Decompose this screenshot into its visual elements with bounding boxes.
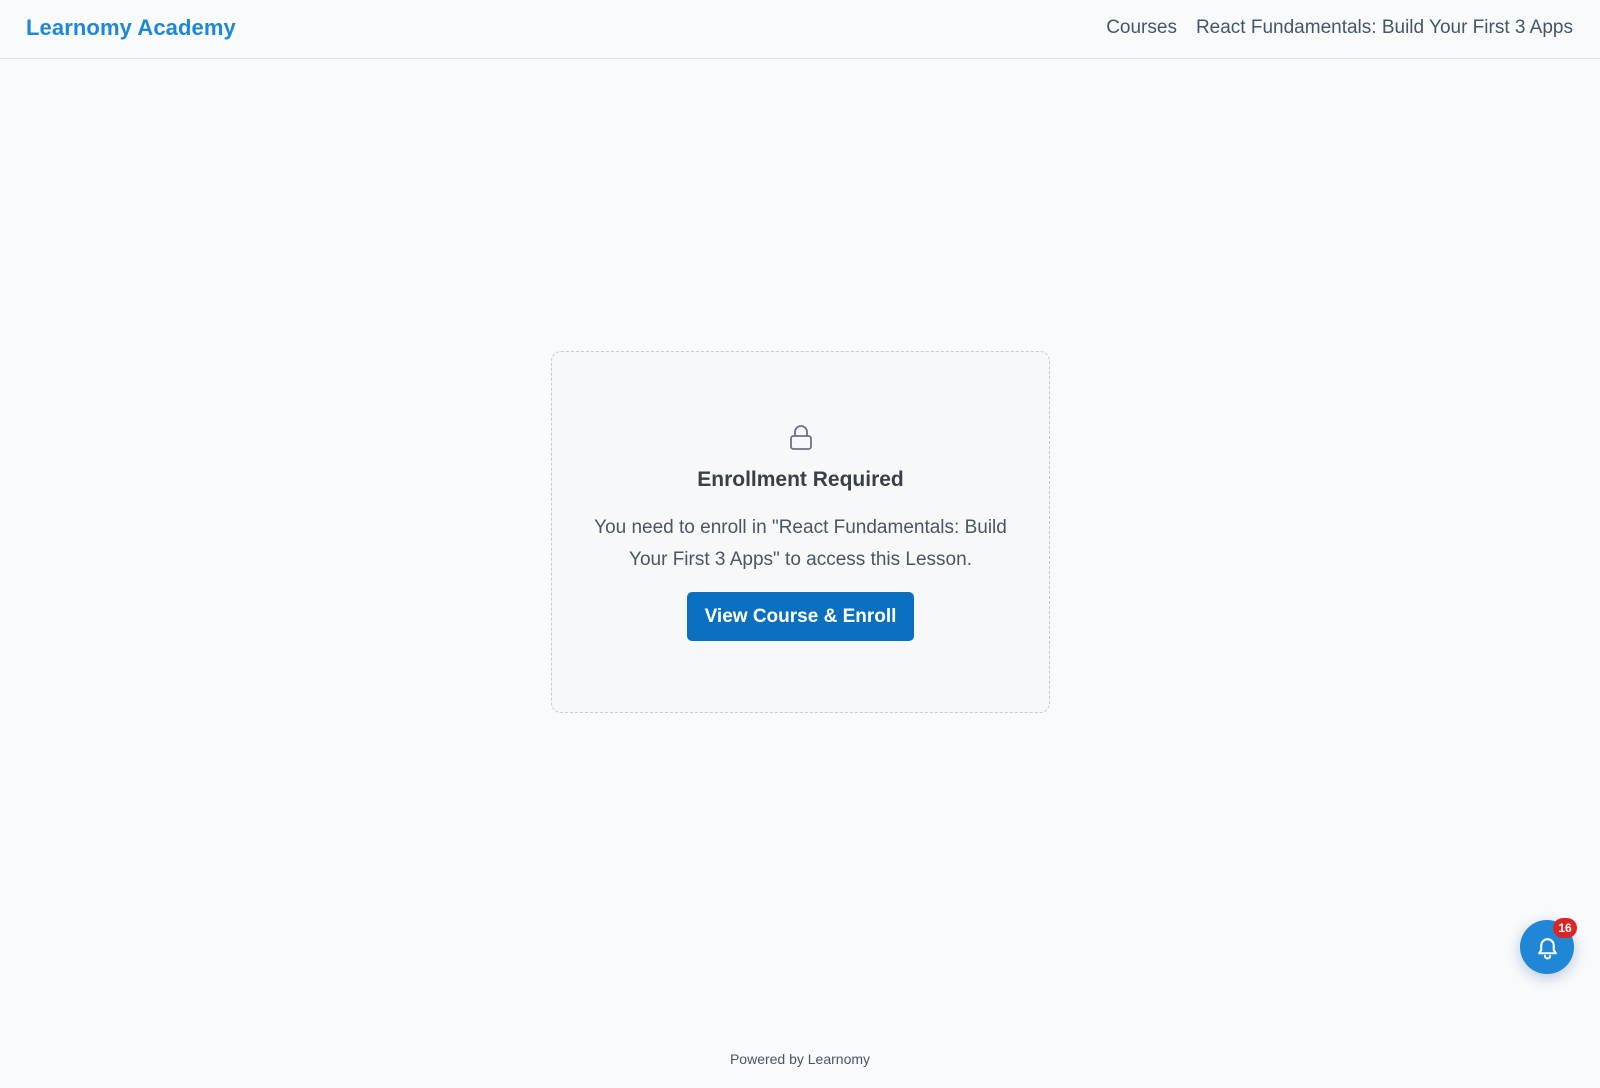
powered-by-text: Powered by Learnomy — [729, 1051, 871, 1067]
view-course-enroll-button[interactable]: View Course & Enroll — [687, 592, 914, 641]
nav-link-courses[interactable]: Courses — [1106, 17, 1177, 39]
enrollment-title: Enrollment Required — [697, 468, 904, 491]
top-navigation-bar: Learnomy Academy Courses React Fundament… — [0, 0, 1600, 59]
lock-icon — [790, 425, 812, 450]
footer: Powered by Learnomy — [0, 1051, 1600, 1067]
enrollment-required-card: Enrollment Required You need to enroll i… — [551, 351, 1050, 713]
brand-logo-link[interactable]: Learnomy Academy — [26, 15, 236, 41]
notifications-button[interactable]: 16 — [1520, 918, 1577, 974]
enrollment-message: You need to enroll in "React Fundamental… — [594, 517, 1007, 570]
nav-link-course-title[interactable]: React Fundamentals: Build Your First 3 A… — [1196, 17, 1573, 39]
notification-count-badge: 16 — [1553, 918, 1577, 938]
main-nav: Courses React Fundamentals: Build Your F… — [1106, 17, 1573, 39]
bell-icon — [1537, 937, 1557, 959]
